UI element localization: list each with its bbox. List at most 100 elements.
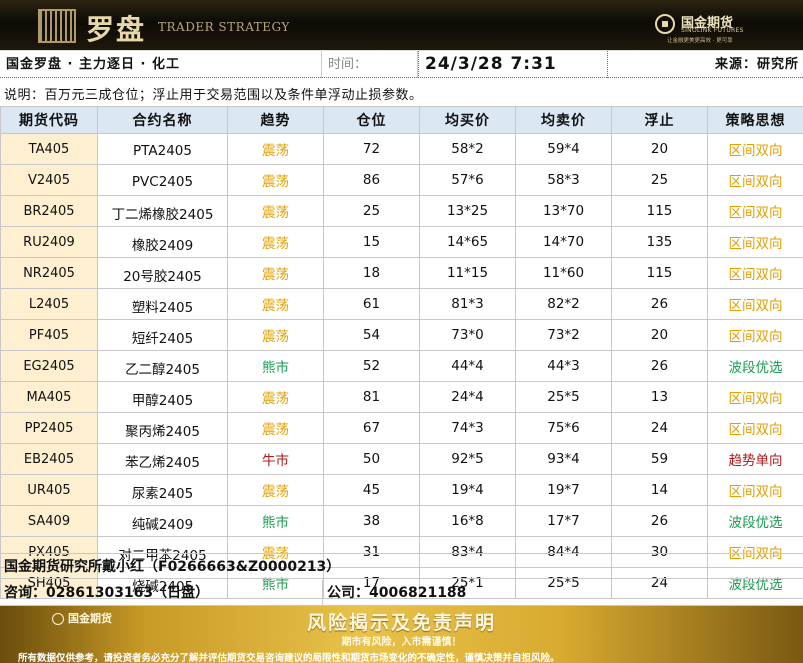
banner-subtitle: TRADER STRATEGY bbox=[158, 20, 290, 34]
risk-warning: 期市有风险，入市需谨慎！ bbox=[341, 637, 462, 648]
avg-sell-cell: 13*70 bbox=[515, 195, 612, 227]
name-cell: 乙二醇2405 bbox=[97, 350, 228, 382]
trend-cell: 震荡 bbox=[227, 133, 324, 165]
position-cell: 50 bbox=[323, 443, 420, 475]
avg-buy-cell: 16*8 bbox=[419, 505, 516, 537]
avg-buy-cell: 11*15 bbox=[419, 257, 516, 289]
table-row: BR2405 丁二烯橡胶2405 震荡 25 13*25 13*70 115 区间双向 bbox=[0, 195, 803, 227]
trend-cell: 熊市 bbox=[227, 505, 324, 537]
name-cell: 甲醇2405 bbox=[97, 381, 228, 413]
float-stop-cell: 26 bbox=[611, 350, 708, 382]
name-cell: 短纤2405 bbox=[97, 319, 228, 351]
strategy-cell: 波段优选 bbox=[707, 505, 803, 537]
trend-cell: 熊市 bbox=[227, 350, 324, 382]
consult-phone: 咨询：02861303163（日盘） bbox=[4, 585, 210, 601]
float-stop-cell: 20 bbox=[611, 319, 708, 351]
name-cell: 20号胶2405 bbox=[97, 257, 228, 289]
avg-buy-cell: 58*2 bbox=[419, 133, 516, 165]
time-value: 24/3/28 7:31 bbox=[418, 51, 608, 78]
strategy-cell: 区间双向 bbox=[707, 133, 803, 165]
avg-sell-cell: 14*70 bbox=[515, 226, 612, 258]
position-cell: 15 bbox=[323, 226, 420, 258]
code-cell: PP2405 bbox=[0, 412, 98, 444]
trend-cell: 震荡 bbox=[227, 319, 324, 351]
info-row: 国金罗盘 · 主力逐日 · 化工 时间： 24/3/28 7:31 来源：研究所 bbox=[0, 50, 803, 78]
table-row: EG2405 乙二醇2405 熊市 52 44*4 44*3 26 波段优选 bbox=[0, 350, 803, 382]
column-header: 趋势 bbox=[227, 106, 324, 134]
float-stop-cell: 26 bbox=[611, 288, 708, 320]
name-cell: PTA2405 bbox=[97, 133, 228, 165]
avg-sell-cell: 44*3 bbox=[515, 350, 612, 382]
author-info: 国金期货研究所戴小红（F0266663&Z0000213） bbox=[0, 553, 803, 579]
trend-cell: 震荡 bbox=[227, 381, 324, 413]
avg-sell-cell: 17*7 bbox=[515, 505, 612, 537]
time-label: 时间： bbox=[322, 51, 418, 78]
name-cell: 塑料2405 bbox=[97, 288, 228, 320]
table-body: TA405 PTA2405 震荡 72 58*2 59*4 20 区间双向 V2405 PVC24… bbox=[0, 133, 803, 599]
avg-buy-cell: 44*4 bbox=[419, 350, 516, 382]
table-row: L2405 塑料2405 震荡 61 81*3 82*2 26 区间双向 bbox=[0, 288, 803, 320]
float-stop-cell: 26 bbox=[611, 505, 708, 537]
name-cell: 尿素2405 bbox=[97, 474, 228, 506]
brand-coin-icon bbox=[655, 14, 675, 34]
avg-buy-cell: 13*25 bbox=[419, 195, 516, 227]
position-cell: 61 bbox=[323, 288, 420, 320]
position-cell: 54 bbox=[323, 319, 420, 351]
position-cell: 38 bbox=[323, 505, 420, 537]
strategy-cell: 波段优选 bbox=[707, 350, 803, 382]
code-cell: TA405 bbox=[0, 133, 98, 165]
float-stop-cell: 25 bbox=[611, 164, 708, 196]
position-cell: 72 bbox=[323, 133, 420, 165]
position-cell: 52 bbox=[323, 350, 420, 382]
strategy-cell: 区间双向 bbox=[707, 164, 803, 196]
strategy-cell: 区间双向 bbox=[707, 381, 803, 413]
avg-sell-cell: 25*5 bbox=[515, 381, 612, 413]
code-cell: EB2405 bbox=[0, 443, 98, 475]
trend-cell: 震荡 bbox=[227, 412, 324, 444]
description-note: 说明：百万元三成仓位；浮止用于交易范围以及条件单浮动止损参数。 bbox=[4, 88, 423, 103]
avg-sell-cell: 19*7 bbox=[515, 474, 612, 506]
position-cell: 86 bbox=[323, 164, 420, 196]
column-header: 策略思想 bbox=[707, 106, 803, 134]
column-header: 均买价 bbox=[419, 106, 516, 134]
avg-sell-cell: 73*2 bbox=[515, 319, 612, 351]
futures-table: 期货代码 合约名称 趋势 仓位 均买价 均卖价 浮止 策略思想 TA405 PTA2405 震荡 7… bbox=[0, 106, 803, 599]
table-row: PF405 短纤2405 震荡 54 73*0 73*2 20 区间双向 bbox=[0, 319, 803, 351]
table-row: EB2405 苯乙烯2405 牛市 50 92*5 93*4 59 趋势单向 bbox=[0, 443, 803, 475]
name-cell: PVC2405 bbox=[97, 164, 228, 196]
strategy-cell: 区间双向 bbox=[707, 474, 803, 506]
table-row: SA409 纯碱2409 熊市 38 16*8 17*7 26 波段优选 bbox=[0, 505, 803, 537]
brand-slogan: 让金融更美更高效 · 更可靠 bbox=[667, 38, 733, 44]
avg-buy-cell: 81*3 bbox=[419, 288, 516, 320]
strategy-cell: 区间双向 bbox=[707, 288, 803, 320]
name-cell: 苯乙烯2405 bbox=[97, 443, 228, 475]
avg-buy-cell: 24*4 bbox=[419, 381, 516, 413]
trend-cell: 震荡 bbox=[227, 257, 324, 289]
code-cell: V2405 bbox=[0, 164, 98, 196]
position-cell: 67 bbox=[323, 412, 420, 444]
name-cell: 纯碱2409 bbox=[97, 505, 228, 537]
strategy-cell: 区间双向 bbox=[707, 226, 803, 258]
float-stop-cell: 13 bbox=[611, 381, 708, 413]
source-label: 来源：研究所 bbox=[714, 57, 799, 72]
position-cell: 81 bbox=[323, 381, 420, 413]
code-cell: SA409 bbox=[0, 505, 98, 537]
table-row: MA405 甲醇2405 震荡 81 24*4 25*5 13 区间双向 bbox=[0, 381, 803, 413]
avg-sell-cell: 59*4 bbox=[515, 133, 612, 165]
name-cell: 丁二烯橡胶2405 bbox=[97, 195, 228, 227]
avg-buy-cell: 57*6 bbox=[419, 164, 516, 196]
trend-cell: 震荡 bbox=[227, 164, 324, 196]
brand-english: SINOLINK FUTURES bbox=[681, 27, 744, 34]
code-cell: MA405 bbox=[0, 381, 98, 413]
trend-cell: 震荡 bbox=[227, 195, 324, 227]
trend-cell: 牛市 bbox=[227, 443, 324, 475]
avg-buy-cell: 73*0 bbox=[419, 319, 516, 351]
logo-text: 罗盘 bbox=[86, 13, 147, 46]
report-title: 国金罗盘 · 主力逐日 · 化工 bbox=[0, 51, 322, 78]
name-cell: 聚丙烯2405 bbox=[97, 412, 228, 444]
disclaimer-footer: 国金期货 风险揭示及免责声明 期市有风险，入市需谨慎！ 所有数据仅供参考，请投资… bbox=[0, 606, 803, 663]
disclaimer-text: 所有数据仅供参考，请投资者务必充分了解并评估期货交易咨询建议的局限性和期货市场变… bbox=[18, 653, 560, 663]
position-cell: 25 bbox=[323, 195, 420, 227]
trend-cell: 震荡 bbox=[227, 288, 324, 320]
table-row: TA405 PTA2405 震荡 72 58*2 59*4 20 区间双向 bbox=[0, 133, 803, 165]
